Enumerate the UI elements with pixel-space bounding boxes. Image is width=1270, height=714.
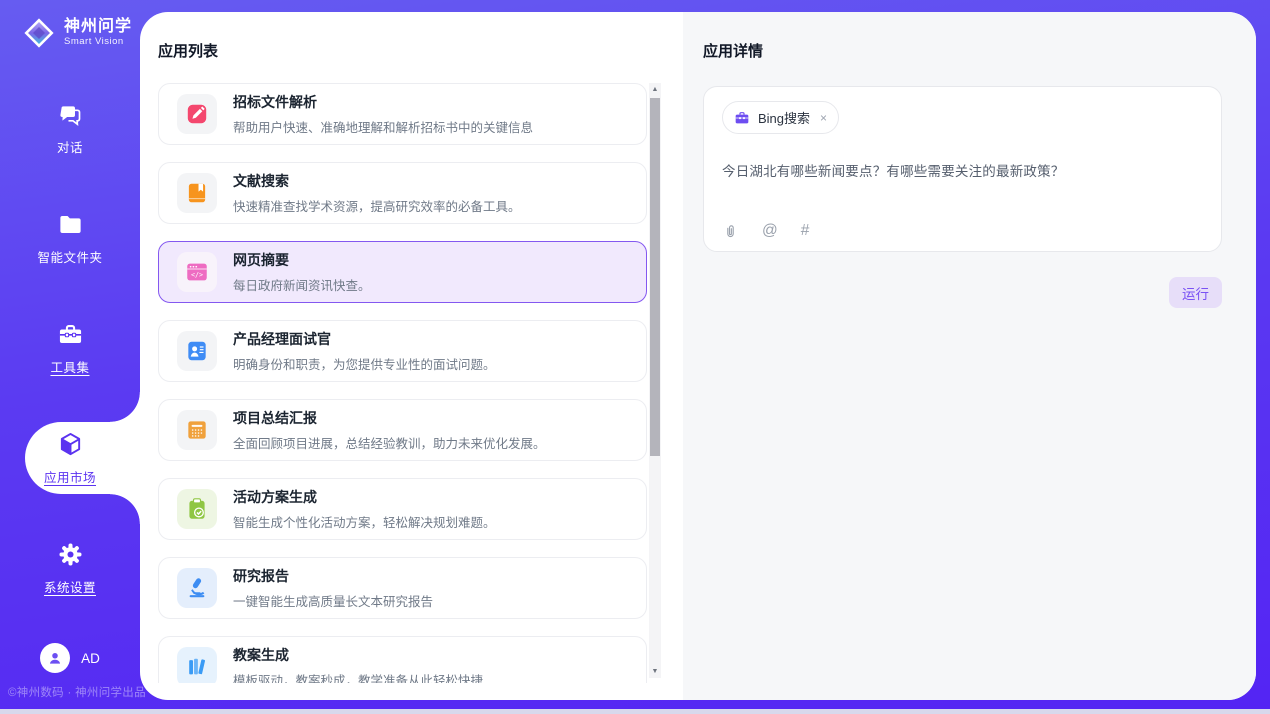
app-description: 每日政府新闻资讯快查。: [233, 275, 371, 294]
app-description: 快速精准查找学术资源，提高研究效率的必备工具。: [233, 196, 521, 215]
tool-chip-label: Bing搜索: [758, 108, 810, 127]
avatar: [40, 643, 70, 673]
copyright-text: ©神州数码 · 神州问学出品: [8, 684, 146, 700]
query-input[interactable]: 今日湖北有哪些新闻要点？有哪些需要关注的最新政策？: [722, 160, 1203, 180]
user-initials: AD: [81, 651, 100, 666]
app-name: 产品经理面试官: [233, 329, 496, 349]
sidebar-item-1[interactable]: 智能文件夹: [0, 204, 140, 272]
at-icon[interactable]: @: [762, 222, 778, 240]
app-description: 一键智能生成高质量长文本研究报告: [233, 591, 433, 610]
browser-code-icon: </>: [177, 252, 217, 292]
app-card-3[interactable]: 产品经理面试官明确身份和职责，为您提供专业性的面试问题。: [158, 320, 647, 382]
sidebar-item-0[interactable]: 对话: [0, 94, 140, 162]
app-description: 帮助用户快速、准确地理解和解析招标书中的关键信息: [233, 117, 533, 136]
briefcase-icon: [734, 110, 750, 126]
person-icon: [46, 649, 64, 667]
scrollbar-thumb[interactable]: [650, 98, 660, 456]
app-description: 智能生成个性化活动方案，轻松解决规划难题。: [233, 512, 496, 531]
composer-toolbar: @ #: [722, 222, 809, 240]
scrollbar-down-icon[interactable]: ▼: [649, 665, 661, 678]
sidebar-item-label: 系统设置: [44, 577, 96, 596]
hash-icon[interactable]: #: [801, 222, 810, 240]
app-name: 教案生成: [233, 645, 483, 665]
sidebar-item-2[interactable]: 工具集: [0, 314, 140, 382]
chip-close-icon[interactable]: ×: [820, 111, 827, 125]
app-card-7[interactable]: 教案生成模板驱动，教案秒成，教学准备从此轻松快捷: [158, 636, 647, 683]
app-card-2[interactable]: </> 网页摘要每日政府新闻资讯快查。: [158, 241, 647, 303]
app-list-title: 应用列表: [158, 40, 218, 61]
app-name: 活动方案生成: [233, 487, 496, 507]
app-name: 网页摘要: [233, 250, 371, 270]
app-name: 招标文件解析: [233, 92, 533, 112]
brand-logo: 神州问学 Smart Vision: [0, 0, 140, 50]
scrollbar-up-icon[interactable]: ▲: [649, 83, 661, 96]
main-panel: 应用列表 招标文件解析帮助用户快速、准确地理解和解析招标书中的关键信息文献搜索快…: [140, 12, 1256, 700]
app-window: 神州问学 Smart Vision 对话智能文件夹工具集应用市场系统设置 AD …: [0, 0, 1270, 714]
sidebar-item-label: 智能文件夹: [37, 247, 102, 266]
toolbox-icon: [57, 321, 84, 348]
cube-icon: [57, 431, 84, 458]
user-account[interactable]: AD: [0, 643, 140, 673]
svg-text:</>: </>: [191, 271, 203, 279]
app-detail-title: 应用详情: [703, 40, 1222, 61]
doc-edit-icon: [177, 94, 217, 134]
app-description: 明确身份和职责，为您提供专业性的面试问题。: [233, 354, 496, 373]
chat-icon: [57, 101, 84, 128]
app-card-6[interactable]: 研究报告一键智能生成高质量长文本研究报告: [158, 557, 647, 619]
brand-diamond-icon: [22, 16, 56, 50]
app-description: 模板驱动，教案秒成，教学准备从此轻松快捷: [233, 670, 483, 683]
run-row: 运行: [703, 277, 1222, 308]
app-detail-pane: 应用详情 Bing搜索 × 今日湖北有哪些新闻要点？有哪些需要关注的最新政策？: [683, 12, 1256, 700]
books-icon: [177, 647, 217, 683]
sidebar-nav: 对话智能文件夹工具集应用市场系统设置: [0, 94, 140, 602]
sidebar: 神州问学 Smart Vision 对话智能文件夹工具集应用市场系统设置 AD …: [0, 0, 140, 709]
app-description: 全面回顾项目进展，总结经验教训，助力未来优化发展。: [233, 433, 546, 452]
clipboard-check-icon: [177, 489, 217, 529]
sidebar-item-label: 应用市场: [44, 467, 96, 486]
app-list-pane: 应用列表 招标文件解析帮助用户快速、准确地理解和解析招标书中的关键信息文献搜索快…: [140, 12, 683, 700]
microscope-icon: [177, 568, 217, 608]
app-name: 项目总结汇报: [233, 408, 546, 428]
app-card-4[interactable]: 项目总结汇报全面回顾项目进展，总结经验教训，助力未来优化发展。: [158, 399, 647, 461]
folder-icon: [57, 211, 84, 238]
book-icon: [177, 173, 217, 213]
app-name: 研究报告: [233, 566, 433, 586]
run-button[interactable]: 运行: [1169, 277, 1222, 308]
app-card-5[interactable]: 活动方案生成智能生成个性化活动方案，轻松解决规划难题。: [158, 478, 647, 540]
app-name: 文献搜索: [233, 171, 521, 191]
sidebar-item-3[interactable]: 应用市场: [0, 424, 140, 492]
sidebar-item-label: 工具集: [50, 357, 89, 376]
app-list: 招标文件解析帮助用户快速、准确地理解和解析招标书中的关键信息文献搜索快速精准查找…: [158, 83, 647, 683]
brand-name: 神州问学: [64, 19, 132, 36]
paperclip-icon[interactable]: [722, 223, 739, 240]
interviewer-icon: [177, 331, 217, 371]
scrollbar[interactable]: ▲ ▼: [649, 83, 661, 678]
summary-note-icon: [177, 410, 217, 450]
app-card-1[interactable]: 文献搜索快速精准查找学术资源，提高研究效率的必备工具。: [158, 162, 647, 224]
sidebar-item-label: 对话: [57, 137, 83, 156]
app-card-0[interactable]: 招标文件解析帮助用户快速、准确地理解和解析招标书中的关键信息: [158, 83, 647, 145]
brand-subtitle: Smart Vision: [64, 37, 132, 47]
sidebar-item-4[interactable]: 系统设置: [0, 534, 140, 602]
composer-card: Bing搜索 × 今日湖北有哪些新闻要点？有哪些需要关注的最新政策？ @ #: [703, 86, 1222, 252]
tool-chip-bing-search[interactable]: Bing搜索 ×: [722, 101, 839, 134]
window-bottom-edge: [0, 709, 1270, 714]
gear-icon: [57, 541, 84, 568]
